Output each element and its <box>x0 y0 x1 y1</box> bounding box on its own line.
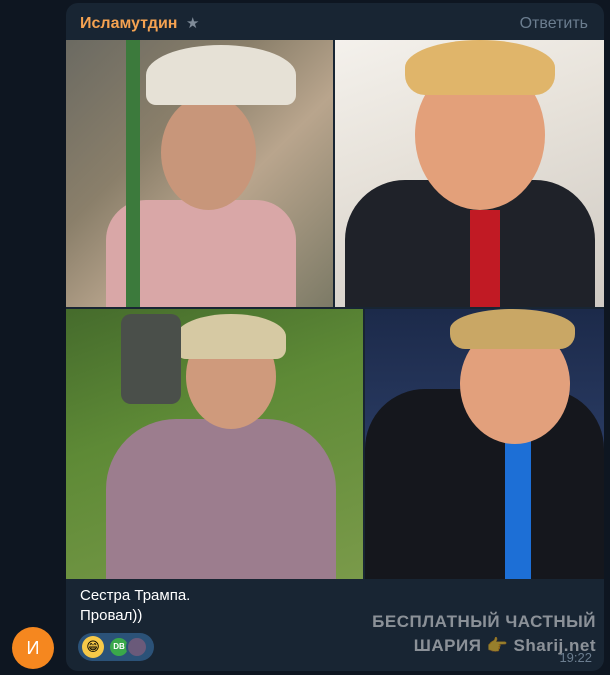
message-header: Исламутдин ★ Ответить <box>66 3 604 41</box>
sender-avatar[interactable]: И <box>12 627 54 669</box>
photo-face <box>161 95 256 210</box>
photo-hair <box>450 309 575 349</box>
watermark-line: БЕСПЛАТНЫЙ ЧАСТНЫЙ <box>372 612 596 631</box>
photo-pole <box>126 40 140 307</box>
photo-figure <box>106 419 336 579</box>
photo-hair <box>405 40 555 95</box>
star-icon: ★ <box>186 15 200 32</box>
photo-tie <box>470 210 500 307</box>
photo-shovel <box>121 314 181 404</box>
photo-hair <box>176 314 286 359</box>
reactions-bar: 😁 DB <box>78 633 154 661</box>
reply-button[interactable]: Ответить <box>520 15 588 33</box>
message-time: 19:22 <box>559 650 592 665</box>
message-caption: Сестра Трампа. Провал)) <box>80 586 190 626</box>
photo-bottom-left[interactable] <box>66 309 363 579</box>
caption-line: Провал)) <box>80 607 143 624</box>
photo-hat <box>146 45 296 105</box>
grin-emoji-icon: 😁 <box>82 636 104 658</box>
sender-name[interactable]: Исламутдин <box>80 15 177 33</box>
photo-bottom-right[interactable] <box>365 309 604 579</box>
photo-tie <box>505 429 531 579</box>
photo-top-left[interactable] <box>66 40 333 307</box>
reactor-avatar <box>126 636 148 658</box>
caption-line: Сестра Трампа. <box>80 587 191 604</box>
message-bubble: Исламутдин ★ Ответить Сестра Трампа. Про… <box>66 3 604 671</box>
reaction-pill[interactable]: 😁 DB <box>78 633 154 661</box>
photo-top-right[interactable] <box>335 40 604 307</box>
